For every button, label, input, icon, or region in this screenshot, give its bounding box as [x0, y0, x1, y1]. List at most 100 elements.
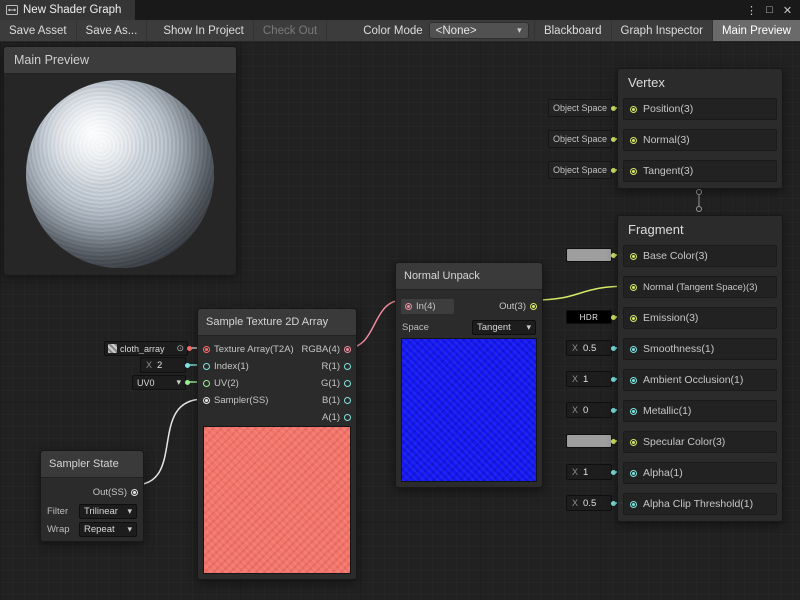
- r-output-port[interactable]: [344, 363, 351, 370]
- axis-label: X: [572, 374, 578, 384]
- alpha-value-field[interactable]: X 1: [566, 464, 612, 480]
- fragment-block-specular-color[interactable]: Specular Color(3): [623, 431, 777, 453]
- input-label: Index(1): [214, 361, 249, 372]
- g-output-port[interactable]: [344, 380, 351, 387]
- ambient-occlusion-value-field[interactable]: X 1: [566, 371, 612, 387]
- a-output-port[interactable]: [344, 414, 351, 421]
- object-picker-icon[interactable]: ⊙: [176, 343, 184, 354]
- uv-channel-dropdown[interactable]: UV0 ▾: [132, 375, 186, 390]
- node-title[interactable]: Sampler State: [41, 451, 143, 478]
- vertex-block-position[interactable]: Position(3): [623, 98, 777, 120]
- fragment-block-base-color[interactable]: Base Color(3): [623, 245, 777, 267]
- normal-unpack-node[interactable]: Normal Unpack In(4) Out(3) Space Tangent…: [395, 262, 543, 488]
- smoothness-value-field[interactable]: X 0.5: [566, 340, 612, 356]
- emission-input-port[interactable]: [630, 315, 637, 322]
- main-preview-title[interactable]: Main Preview: [4, 47, 236, 74]
- node-title[interactable]: Sample Texture 2D Array: [198, 309, 356, 336]
- fragment-block-emission[interactable]: Emission(3): [623, 307, 777, 329]
- io-rows: Texture Array(T2A) RGBA(4) Index(1) R(1)…: [198, 336, 356, 426]
- fragment-block-ambient-occlusion[interactable]: Ambient Occlusion(1): [623, 369, 777, 391]
- specular-color-swatch[interactable]: [566, 434, 612, 448]
- index-input-port[interactable]: [203, 363, 210, 370]
- in-input-port[interactable]: [405, 303, 412, 310]
- check-out-button: Check Out: [254, 20, 327, 41]
- fragment-block-smoothness[interactable]: Smoothness(1): [623, 338, 777, 360]
- window-tab[interactable]: New Shader Graph: [0, 0, 135, 20]
- axis-label: X: [146, 360, 152, 370]
- filter-dropdown[interactable]: Trilinear ▾: [79, 504, 137, 519]
- window-controls: ⋮ □ ✕: [744, 4, 800, 17]
- space-property-row: Space Tangent ▾: [396, 317, 542, 337]
- space-value: Tangent: [477, 322, 511, 333]
- alpha-clip-threshold-input-port[interactable]: [630, 501, 637, 508]
- texture-array-input-port[interactable]: [203, 346, 210, 353]
- tangent-space-selector[interactable]: Object Space: [548, 161, 612, 179]
- sampler-state-node[interactable]: Sampler State Out(SS) Filter Trilinear ▾…: [40, 450, 144, 542]
- sample-texture-2d-array-node[interactable]: Sample Texture 2D Array Texture Array(T2…: [197, 308, 357, 580]
- filter-label: Filter: [47, 506, 68, 517]
- graph-inspector-button[interactable]: Graph Inspector: [611, 20, 712, 41]
- sampler-input-port[interactable]: [203, 397, 210, 404]
- alpha-clip-threshold-value-field[interactable]: X 0.5: [566, 495, 612, 511]
- fragment-block-alpha-clip-threshold[interactable]: Alpha Clip Threshold(1): [623, 493, 777, 515]
- fragment-block-metallic[interactable]: Metallic(1): [623, 400, 777, 422]
- emission-hdr-swatch[interactable]: HDR: [566, 310, 612, 324]
- space-selector-label: Object Space: [553, 103, 607, 113]
- maximize-icon[interactable]: □: [762, 4, 777, 16]
- texture-array-object-field[interactable]: cloth_array ⊙: [104, 341, 188, 356]
- normal-space-selector[interactable]: Object Space: [548, 130, 612, 148]
- output-label: B(1): [322, 395, 340, 406]
- fragment-node-title[interactable]: Fragment: [618, 216, 782, 243]
- specular-color-input-port[interactable]: [630, 439, 637, 446]
- output-label: RGBA(4): [301, 344, 340, 355]
- fragment-block-normal[interactable]: Normal (Tangent Space)(3): [623, 276, 777, 298]
- chevron-down-icon: ▾: [176, 377, 181, 388]
- position-space-selector[interactable]: Object Space: [548, 99, 612, 117]
- vertex-node-title[interactable]: Vertex: [618, 69, 782, 96]
- wrap-value: Repeat: [84, 524, 115, 535]
- main-preview-panel[interactable]: Main Preview: [3, 46, 237, 274]
- vertex-block-normal[interactable]: Normal(3): [623, 129, 777, 151]
- normal-input-port[interactable]: [630, 137, 637, 144]
- block-label: Ambient Occlusion(1): [643, 374, 743, 386]
- chevron-down-icon: ▾: [526, 322, 531, 333]
- block-label: Position(3): [643, 103, 693, 115]
- save-as-button[interactable]: Save As...: [77, 20, 148, 41]
- blackboard-button[interactable]: Blackboard: [534, 20, 611, 41]
- block-label: Metallic(1): [643, 405, 691, 417]
- rgba-output-port[interactable]: [344, 346, 351, 353]
- smoothness-input-port[interactable]: [630, 346, 637, 353]
- close-icon[interactable]: ✕: [780, 4, 795, 17]
- fragment-node[interactable]: Fragment Base Color(3) Normal (Tangent S…: [617, 215, 783, 522]
- space-dropdown[interactable]: Tangent ▾: [472, 320, 536, 335]
- color-mode-dropdown[interactable]: <None> ▾: [429, 22, 529, 39]
- node-title[interactable]: Normal Unpack: [396, 263, 542, 290]
- vertex-node[interactable]: Vertex Position(3) Normal(3) Tangent(3): [617, 68, 783, 189]
- position-input-port[interactable]: [630, 106, 637, 113]
- chevron-down-icon: ▾: [127, 524, 132, 535]
- wrap-dropdown[interactable]: Repeat ▾: [79, 522, 137, 537]
- base-color-swatch[interactable]: [566, 248, 612, 262]
- normal-tangent-space-input-port[interactable]: [630, 284, 637, 291]
- fragment-block-alpha[interactable]: Alpha(1): [623, 462, 777, 484]
- out-output-port[interactable]: [530, 303, 537, 310]
- vertex-block-tangent[interactable]: Tangent(3): [623, 160, 777, 182]
- b-output-port[interactable]: [344, 397, 351, 404]
- axis-value: 0.5: [583, 343, 596, 354]
- show-in-project-button[interactable]: Show In Project: [154, 20, 254, 41]
- base-color-input-port[interactable]: [630, 253, 637, 260]
- main-preview-button[interactable]: Main Preview: [712, 20, 800, 41]
- filter-property-row: Filter Trilinear ▾: [41, 501, 143, 521]
- out-ss-output-port[interactable]: [131, 489, 138, 496]
- alpha-input-port[interactable]: [630, 470, 637, 477]
- uv-input-port[interactable]: [203, 380, 210, 387]
- menu-icon[interactable]: ⋮: [744, 4, 759, 17]
- tangent-input-port[interactable]: [630, 168, 637, 175]
- texture-array-preview: [203, 426, 351, 574]
- index-value-field[interactable]: X 2: [140, 357, 186, 373]
- save-asset-button[interactable]: Save Asset: [0, 20, 77, 41]
- metallic-input-port[interactable]: [630, 408, 637, 415]
- input-label: Texture Array(T2A): [214, 344, 294, 355]
- ambient-occlusion-input-port[interactable]: [630, 377, 637, 384]
- metallic-value-field[interactable]: X 0: [566, 402, 612, 418]
